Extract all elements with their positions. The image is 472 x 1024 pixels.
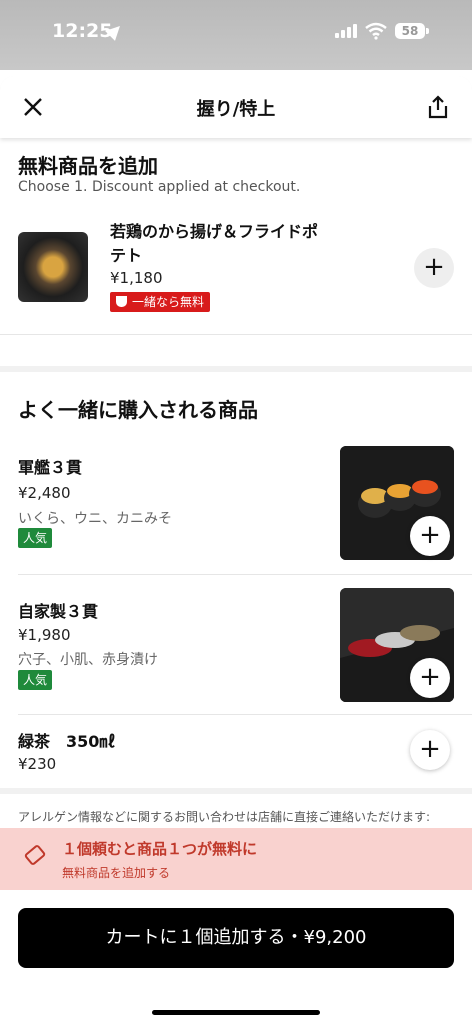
add-free-item-button[interactable]: +: [414, 248, 454, 288]
gunkan-item-price: ¥2,480: [18, 484, 71, 502]
sheet-header: 握り/特上: [0, 76, 472, 138]
section-divider: [0, 366, 472, 372]
green-tea-name: 緑茶 350㎖: [18, 732, 116, 751]
homemade-item-price: ¥1,980: [18, 626, 71, 644]
free-with-order-badge: 一緒なら無料: [110, 292, 211, 312]
item-sheet: 握り/特上 無料商品を追加 Choose 1. Discount applied…: [0, 76, 472, 1024]
battery-tip: [426, 28, 429, 34]
promo-banner[interactable]: １個頼むと商品１つが無料に 無料商品を追加する: [0, 828, 472, 890]
page-title: 握り/特上: [196, 99, 276, 120]
bought-together-title: よく一緒に購入される商品: [18, 398, 258, 422]
home-indicator: [152, 1010, 320, 1015]
battery-icon: 58: [395, 23, 425, 39]
section-divider: [0, 788, 472, 794]
tag-icon: [23, 843, 47, 867]
divider: [18, 714, 472, 715]
green-tea-price: ¥230: [18, 755, 57, 773]
free-item-thumbnail: [18, 232, 88, 302]
add-green-tea-button[interactable]: +: [410, 730, 450, 770]
divider: [0, 334, 472, 335]
free-section-title: 無料商品を追加: [18, 154, 158, 178]
wifi-icon: [365, 22, 387, 40]
free-section-subtitle: Choose 1. Discount applied at checkout.: [18, 179, 301, 195]
homemade-item-name: 自家製３貫: [18, 602, 99, 621]
gunkan-item-desc: いくら、ウニ、カニみそ: [18, 511, 172, 527]
homemade-item-desc: 穴子、小肌、赤身漬け: [18, 652, 158, 668]
free-badge-label: 一緒なら無料: [132, 295, 205, 309]
free-item-price: ¥1,180: [110, 269, 163, 287]
allergy-note: アレルゲン情報などに関するお問い合わせは店舗に直接ご連絡いただけます:: [18, 810, 431, 824]
promo-title: １個頼むと商品１つが無料に: [62, 840, 258, 858]
add-gunkan-button[interactable]: +: [410, 516, 450, 556]
cellular-signal-icon: [335, 24, 359, 38]
popular-badge: 人気: [18, 528, 53, 548]
free-item-name-line1: 若鶏のから揚げ＆フライドポ: [110, 222, 319, 241]
status-bar: 12:25 58: [0, 0, 472, 70]
promo-add-free-link[interactable]: 無料商品を追加する: [62, 864, 170, 881]
share-icon[interactable]: [426, 94, 450, 120]
trophy-icon: [116, 296, 127, 307]
add-homemade-button[interactable]: +: [410, 658, 450, 698]
popular-badge: 人気: [18, 670, 53, 690]
divider: [18, 574, 472, 575]
free-item-name-line2: テト: [110, 246, 143, 265]
status-time: 12:25: [52, 20, 113, 42]
gunkan-item-name: 軍艦３貫: [18, 458, 83, 477]
add-to-cart-button[interactable]: カートに１個追加する・¥9,200: [18, 908, 454, 968]
